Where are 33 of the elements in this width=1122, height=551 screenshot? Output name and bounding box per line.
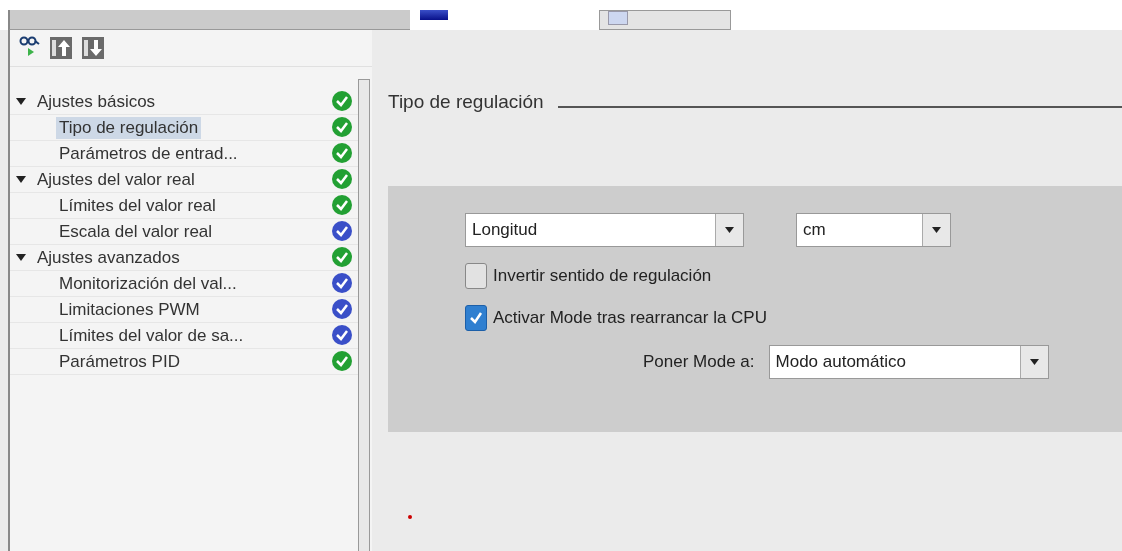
tree-item[interactable]: Parámetros PID (56, 350, 183, 373)
checkbox[interactable] (465, 263, 487, 289)
caret-icon (932, 227, 941, 233)
scrollbar[interactable] (358, 79, 370, 551)
sort-down-icon[interactable] (82, 37, 104, 59)
checkmark-icon (468, 310, 484, 326)
view-icon (420, 10, 448, 20)
tree-item[interactable]: Ajustes básicos (34, 90, 159, 113)
marker-dot (408, 515, 412, 519)
mode-dropdown[interactable]: Modo automático (768, 345, 1049, 379)
dropdown[interactable]: cm (796, 213, 951, 247)
checkbox-label: Invertir sentido de regulación (493, 266, 712, 286)
sort-up-icon[interactable] (50, 37, 72, 59)
caret-icon (1029, 359, 1039, 365)
tree-item[interactable]: Límites del valor de sa... (56, 324, 247, 347)
tree-item[interactable]: Limitaciones PWM (56, 298, 203, 321)
grid-icon (608, 11, 628, 25)
tree-item[interactable]: Ajustes avanzados (34, 246, 183, 269)
tree-item[interactable]: Tipo de regulación (56, 116, 202, 139)
tree-item[interactable]: Parámetros de entrad... (56, 142, 241, 165)
checkbox[interactable] (465, 305, 487, 331)
tree-item[interactable]: Escala del valor real (56, 220, 216, 243)
expand-arrow-icon[interactable] (16, 97, 26, 106)
checkbox-label: Activar Mode tras rearrancar la CPU (493, 308, 767, 328)
expand-arrow-icon[interactable] (16, 253, 26, 262)
tree-item[interactable]: Límites del valor real (56, 194, 219, 217)
mode-label: Poner Mode a: (643, 352, 755, 372)
section-title: Tipo de regulación (388, 91, 544, 113)
tree-item[interactable]: Monitorización del val... (56, 272, 240, 295)
caret-icon (725, 227, 734, 233)
expand-arrow-icon[interactable] (16, 175, 26, 184)
dropdown[interactable]: Longitud (465, 213, 744, 247)
tree-item[interactable]: Ajustes del valor real (34, 168, 198, 191)
